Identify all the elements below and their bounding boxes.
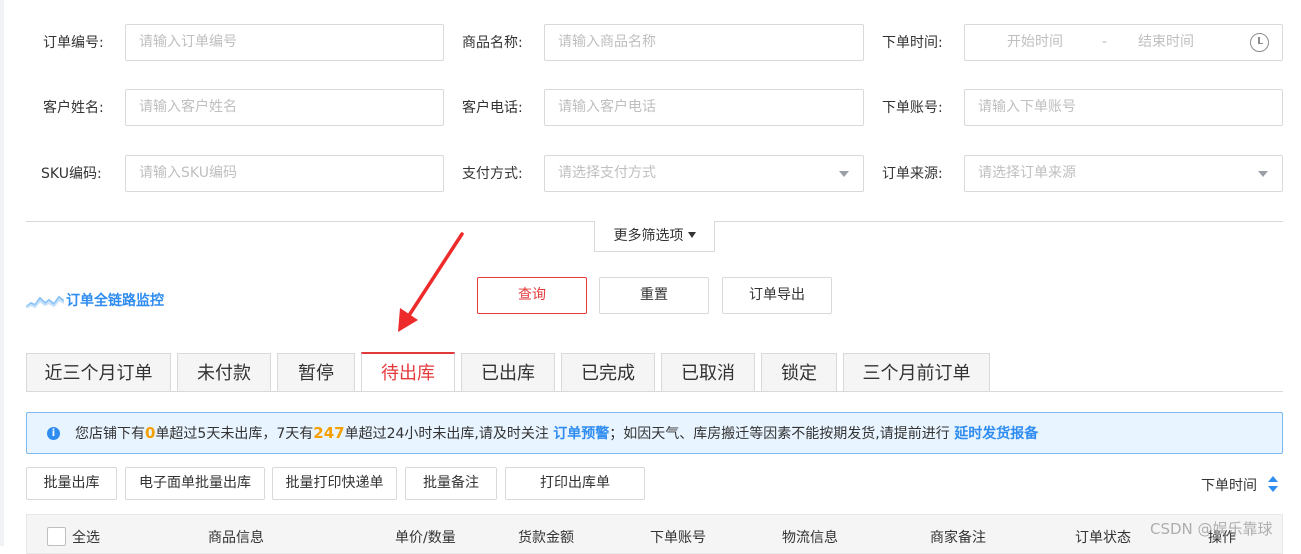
tab-paused[interactable]: 暂停 xyxy=(277,353,355,392)
trend-line-icon xyxy=(25,295,65,309)
col-product-info: 商品信息 xyxy=(208,530,264,546)
customer-name-input[interactable]: 请输入客户姓名 xyxy=(125,89,444,126)
batch-print-express-button[interactable]: 批量打印快递单 xyxy=(272,467,397,500)
col-merchant-remark: 商家备注 xyxy=(930,530,986,546)
sku-label: SKU编码: xyxy=(41,166,102,182)
notice-text: 单超过24小时未出库,请及时关注 xyxy=(344,426,549,442)
tab-older-orders[interactable]: 三个月前订单 xyxy=(843,353,990,392)
tab-unpaid[interactable]: 未付款 xyxy=(177,353,271,392)
query-button[interactable]: 查询 xyxy=(477,277,587,314)
tab-last-three-months[interactable]: 近三个月订单 xyxy=(26,353,171,392)
batch-eway-outbound-button[interactable]: 电子面单批量出库 xyxy=(125,467,265,500)
customer-phone-input[interactable]: 请输入客户电话 xyxy=(544,89,864,126)
range-separator: - xyxy=(1102,34,1108,50)
product-name-label: 商品名称: xyxy=(462,35,523,51)
notice-text: 您店铺下有 xyxy=(75,426,145,442)
print-outbound-button[interactable]: 打印出库单 xyxy=(505,467,645,500)
col-order-account: 下单账号 xyxy=(650,530,706,546)
tab-cancelled[interactable]: 已取消 xyxy=(661,353,755,392)
col-logistics: 物流信息 xyxy=(782,530,838,546)
payment-select-value: 请选择支付方式 xyxy=(558,165,656,181)
caret-down-icon xyxy=(687,232,696,238)
chevron-down-icon xyxy=(839,171,849,177)
order-no-label: 订单编号: xyxy=(43,35,104,51)
export-button[interactable]: 订单导出 xyxy=(722,277,832,314)
tab-pending-outbound[interactable]: 待出库 xyxy=(361,352,455,392)
source-select[interactable]: 请选择订单来源 xyxy=(964,155,1283,192)
sort-icon[interactable] xyxy=(1268,474,1278,494)
sort-by-order-time[interactable]: 下单时间 xyxy=(1201,476,1257,496)
start-time-input[interactable]: 开始时间 xyxy=(1007,25,1063,60)
customer-phone-label: 客户电话: xyxy=(462,100,523,116)
product-name-input[interactable]: 请输入商品名称 xyxy=(544,24,864,61)
batch-outbound-button[interactable]: 批量出库 xyxy=(26,467,117,500)
source-label: 订单来源: xyxy=(882,166,943,182)
col-amount: 货款金额 xyxy=(518,530,574,546)
sku-input[interactable]: 请输入SKU编码 xyxy=(125,155,444,192)
order-time-label: 下单时间: xyxy=(882,35,943,51)
clock-icon[interactable] xyxy=(1250,33,1269,52)
tab-shipped[interactable]: 已出库 xyxy=(461,353,555,392)
more-filters-button[interactable]: 更多筛选项 xyxy=(594,221,715,252)
order-warning-link[interactable]: 订单预警 xyxy=(553,426,609,442)
order-account-label: 下单账号: xyxy=(882,100,943,116)
chevron-down-icon xyxy=(1258,171,1268,177)
order-no-input[interactable]: 请输入订单编号 xyxy=(125,24,444,61)
order-time-range[interactable]: 开始时间 - 结束时间 xyxy=(964,24,1283,61)
reset-button[interactable]: 重置 xyxy=(599,277,709,314)
notice-text: 单超过5天未出库，7天有 xyxy=(155,426,314,442)
order-account-input[interactable]: 请输入下单账号 xyxy=(964,89,1283,126)
left-edge xyxy=(0,0,4,546)
col-select-all[interactable]: 全选 xyxy=(72,528,100,548)
col-price-qty: 单价/数量 xyxy=(395,530,456,546)
tab-locked[interactable]: 锁定 xyxy=(761,353,837,392)
notice-text: ；如因天气、库房搬迁等因素不能按期发货,请提前进行 xyxy=(609,426,950,442)
tab-completed[interactable]: 已完成 xyxy=(561,353,655,392)
payment-select[interactable]: 请选择支付方式 xyxy=(544,155,864,192)
payment-label: 支付方式: xyxy=(462,166,523,182)
notice-count-24h: 247 xyxy=(313,424,345,442)
tab-bar-line xyxy=(26,391,1283,392)
col-order-status: 订单状态 xyxy=(1075,530,1131,546)
batch-remark-button[interactable]: 批量备注 xyxy=(405,467,497,500)
outbound-notice: i 您店铺下有0单超过5天未出库，7天有247单超过24小时未出库,请及时关注 … xyxy=(26,412,1283,454)
end-time-input[interactable]: 结束时间 xyxy=(1138,25,1194,60)
notice-count-overdue: 0 xyxy=(145,424,156,442)
customer-name-label: 客户姓名: xyxy=(43,100,104,116)
source-select-value: 请选择订单来源 xyxy=(978,165,1076,181)
order-monitor-label: 订单全链路监控 xyxy=(66,293,164,309)
order-monitor-link[interactable]: 订单全链路监控 xyxy=(25,290,164,312)
select-all-checkbox[interactable] xyxy=(47,527,66,546)
annotation-arrow xyxy=(398,232,464,332)
info-icon: i xyxy=(47,427,60,440)
watermark: CSDN @娱乐靠球 xyxy=(1150,520,1273,538)
more-filters-label: 更多筛选项 xyxy=(613,228,684,244)
delay-report-link[interactable]: 延时发货报备 xyxy=(954,426,1038,442)
